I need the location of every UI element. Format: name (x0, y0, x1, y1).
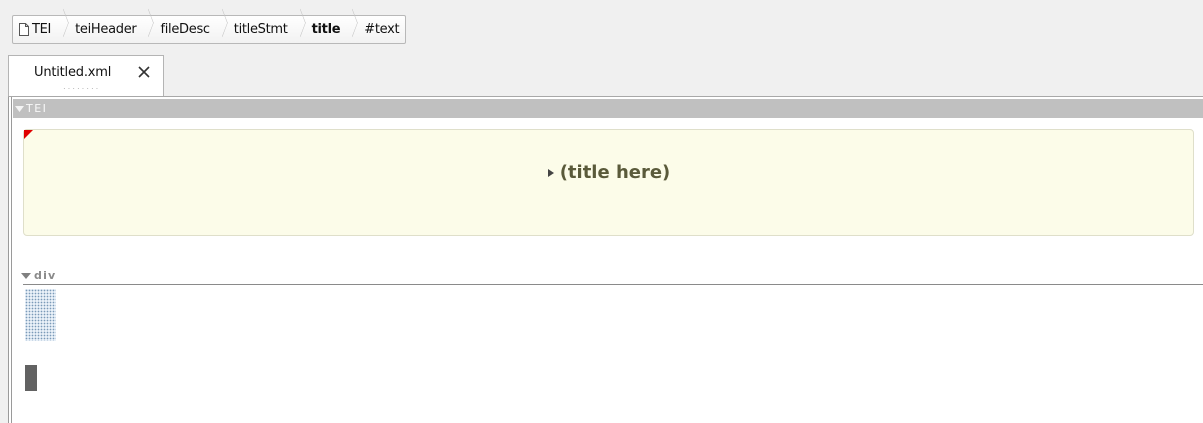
tab-label: Untitled.xml (34, 65, 112, 80)
collapse-triangle-icon[interactable] (15, 104, 24, 113)
document-icon (19, 23, 29, 36)
breadcrumb-item-title[interactable]: title (299, 16, 352, 43)
editor-tab-strip: Untitled.xml ········ (8, 55, 1203, 97)
breadcrumb-item-titlestmt[interactable]: titleStmt (221, 16, 299, 43)
breadcrumb-item-filedesc[interactable]: fileDesc (147, 16, 220, 43)
breadcrumb-label: title (311, 22, 341, 37)
breadcrumb-label: teiHeader (75, 22, 137, 37)
expand-triangle-icon[interactable] (547, 168, 555, 178)
title-placeholder-line: (title here) (24, 162, 1193, 183)
breadcrumb-label: titleStmt (233, 22, 288, 37)
breadcrumb-label: fileDesc (160, 22, 210, 37)
collapse-triangle-icon[interactable] (21, 272, 31, 280)
div-divider (23, 284, 1203, 285)
title-element-box[interactable]: (title here) (23, 129, 1194, 236)
tab-untitled-xml[interactable]: Untitled.xml ········ (8, 55, 164, 96)
element-name-label: div (34, 269, 57, 282)
div-element-header[interactable]: div (21, 269, 56, 282)
author-editor-pane[interactable]: TEI (title here) div (8, 97, 1203, 423)
breadcrumb-item-tei[interactable]: TEI (13, 16, 62, 43)
breadcrumb-item-text[interactable]: #text (351, 16, 405, 43)
error-marker-icon (24, 130, 33, 139)
breadcrumb-item-teiheader[interactable]: teiHeader (62, 16, 147, 43)
element-name-label: TEI (26, 102, 48, 115)
drag-grip-icon[interactable]: ········ (63, 85, 100, 93)
breadcrumb: TEI teiHeader fileDesc titleStmt title #… (12, 15, 407, 44)
close-icon[interactable] (137, 65, 151, 79)
breadcrumb-label: TEI (32, 22, 52, 37)
xml-editor-window: TEI teiHeader fileDesc titleStmt title #… (0, 0, 1203, 423)
title-placeholder[interactable]: (title here) (560, 162, 671, 183)
breadcrumb-label: #text (364, 22, 400, 37)
tei-element-bar[interactable]: TEI (13, 99, 1203, 118)
caret-placeholder[interactable] (25, 365, 37, 391)
empty-element-placeholder[interactable] (25, 289, 56, 341)
